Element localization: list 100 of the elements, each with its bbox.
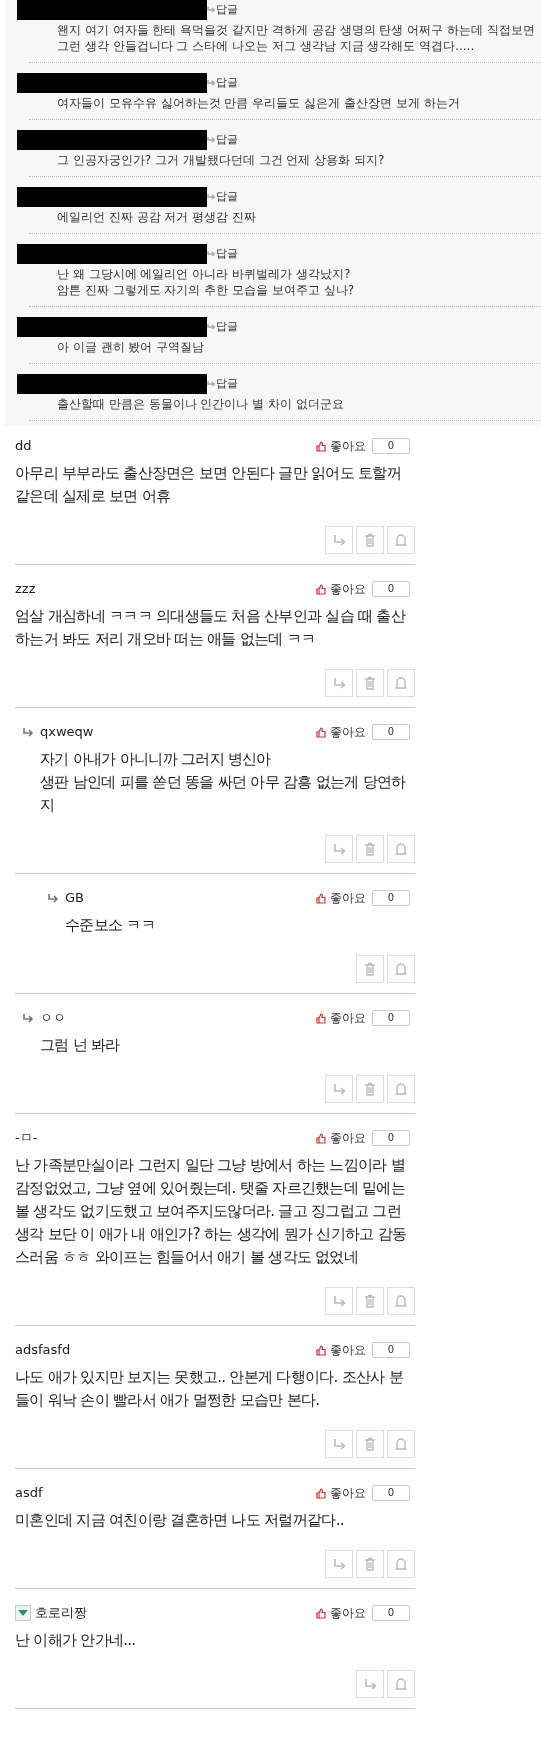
delete-button[interactable]: [356, 669, 384, 697]
reply-button[interactable]: [325, 835, 353, 863]
comment-text: 난 이해가 안가네...: [15, 1630, 137, 1651]
reply-label[interactable]: 답글: [216, 245, 238, 263]
like-count: 0: [372, 1010, 410, 1026]
reply-button[interactable]: [325, 1430, 353, 1458]
like-button[interactable]: 좋아요: [330, 580, 366, 598]
report-button[interactable]: [387, 1430, 415, 1458]
reply-text: 난 왜 그당시에 에일리언 아니라 바퀴벌레가 생각났지? 암튼 진짜 그렇게도 자기의 추한 모습을 보여주고 싶나?: [57, 266, 356, 298]
reply-arrow-icon: [207, 79, 216, 87]
bell-icon: [393, 1676, 409, 1692]
report-button[interactable]: [387, 526, 415, 554]
reply-label[interactable]: 답글: [216, 188, 238, 206]
reply-arrow-icon: [362, 1676, 378, 1692]
reply-arrow-icon: [207, 380, 216, 388]
like-button[interactable]: 좋아요: [330, 723, 366, 741]
reply-label[interactable]: 답글: [216, 74, 238, 92]
like-button[interactable]: 좋아요: [330, 1341, 366, 1359]
report-button[interactable]: [387, 1550, 415, 1578]
reply-text: 왠지 여기 여자들 한테 욕먹을것 같지만 격하게 공감 생명의 탄생 어쩌구 하는데 직접보면 그런 생각 안들겁니다 그 스타에 나오는 저그 생각남 지금 생각해도 역겹다.....: [57, 22, 536, 54]
reply-button[interactable]: [325, 1287, 353, 1315]
bell-icon: [393, 1293, 409, 1309]
reply-arrow-icon: [331, 841, 347, 857]
like-button[interactable]: 좋아요: [330, 1484, 366, 1502]
thumbs-up-icon[interactable]: [316, 1012, 326, 1024]
delete-button[interactable]: [356, 526, 384, 554]
thumbs-up-icon[interactable]: [316, 1344, 326, 1356]
reply-arrow-icon: [331, 532, 347, 548]
reply-arrow-icon: [22, 727, 34, 737]
reply-label[interactable]: 답글: [216, 375, 238, 393]
bell-icon: [393, 1436, 409, 1452]
reply-arrow-icon: [207, 193, 216, 201]
like-button[interactable]: 좋아요: [330, 437, 366, 455]
comment-text: 나도 애가 있지만 보지는 못했고.. 안본게 다행이다. 조산사 분들이 워낙 손이 빨라서 애가 멀쩡한 모습만 본다.: [15, 1367, 404, 1411]
bell-icon: [393, 675, 409, 691]
like-count: 0: [372, 438, 410, 454]
bell-icon: [393, 1081, 409, 1097]
trash-icon: [362, 1556, 378, 1572]
reply-button[interactable]: [325, 526, 353, 554]
username: qxweqw: [40, 723, 94, 742]
thumbs-up-icon[interactable]: [316, 1487, 326, 1499]
username: ㅇㅇ: [40, 1009, 66, 1028]
reply-button[interactable]: [325, 669, 353, 697]
like-count: 0: [372, 1130, 410, 1146]
comment-text: 자기 아내가 아니니까 그러지 병신아 생판 남인데 피를 쏟던 똥을 싸던 아무 감흥 없는게 당연하지: [39, 749, 407, 816]
report-button[interactable]: [387, 1670, 415, 1698]
report-button[interactable]: [387, 835, 415, 863]
username: -ㅁ-: [15, 1129, 38, 1148]
bell-icon: [393, 532, 409, 548]
reply-arrow-icon: [331, 675, 347, 691]
reply-button[interactable]: [325, 1550, 353, 1578]
thumbs-up-icon[interactable]: [316, 1132, 326, 1144]
username: asdf: [15, 1484, 43, 1503]
like-button[interactable]: 좋아요: [330, 889, 366, 907]
username: adsfasfd: [15, 1341, 71, 1360]
username: GB: [65, 889, 84, 908]
report-button[interactable]: [387, 1287, 415, 1315]
reply-text: 아 이글 괜히 봤어 구역질남: [57, 339, 206, 355]
comment-text: 수준보소 ㅋㅋ: [64, 915, 156, 936]
reply-arrow-icon: [207, 136, 216, 144]
member-level-icon: [15, 1605, 31, 1621]
bell-icon: [393, 1556, 409, 1572]
like-button[interactable]: 좋아요: [330, 1009, 366, 1027]
report-button[interactable]: [387, 1075, 415, 1103]
delete-button[interactable]: [356, 1075, 384, 1103]
username: 호로리짱: [35, 1604, 87, 1623]
reply-text: 여자들이 모유수유 싫어하는것 만큼 우리들도 싫은게 출산장면 보게 하는거: [57, 95, 461, 111]
trash-icon: [362, 532, 378, 548]
reply-arrow-icon: [331, 1081, 347, 1097]
reply-label[interactable]: 답글: [216, 318, 238, 336]
trash-icon: [362, 961, 378, 977]
delete-button[interactable]: [356, 1550, 384, 1578]
reply-button[interactable]: [325, 1075, 353, 1103]
comment-text: 그럼 넌 봐라: [39, 1035, 121, 1056]
reply-button[interactable]: [356, 1670, 384, 1698]
bell-icon: [393, 841, 409, 857]
reply-arrow-icon: [331, 1293, 347, 1309]
report-button[interactable]: [387, 669, 415, 697]
report-button[interactable]: [387, 955, 415, 983]
like-button[interactable]: 좋아요: [330, 1129, 366, 1147]
thumbs-up-icon[interactable]: [316, 726, 326, 738]
thumbs-up-icon[interactable]: [316, 583, 326, 595]
reply-label[interactable]: 답글: [216, 131, 238, 149]
thumbs-up-icon[interactable]: [316, 1607, 326, 1619]
reply-arrow-icon: [207, 323, 216, 331]
delete-button[interactable]: [356, 955, 384, 983]
comment-text: 난 가족분만실이라 그런지 일단 그냥 방에서 하는 느낌이라 별 감정없었고, 그냥 옆에 있어줬는데. 탯줄 자르긴했는데 밑에는 볼 생각도 없기도했고 보여주지도않더라. 글고 징그럽고 그런 생각 보단 이 애가 내 애인가? 하는 생각에 뭔가 신기하고 감동스러움 ㅎㅎ 와이프는 힘들어서 애기 볼 생각도 없었네: [15, 1155, 408, 1268]
reply-label[interactable]: 답글: [216, 1, 238, 19]
reply-text: 에일리언 진짜 공감 저거 평생감 진짜: [57, 209, 258, 225]
thumbs-up-icon[interactable]: [316, 892, 326, 904]
like-count: 0: [372, 724, 410, 740]
reply-arrow-icon: [331, 1436, 347, 1452]
username: dd: [15, 437, 32, 456]
delete-button[interactable]: [356, 835, 384, 863]
thumbs-up-icon[interactable]: [316, 440, 326, 452]
bell-icon: [393, 961, 409, 977]
reply-arrow-icon: [22, 1013, 34, 1023]
like-button[interactable]: 좋아요: [330, 1604, 366, 1622]
delete-button[interactable]: [356, 1430, 384, 1458]
delete-button[interactable]: [356, 1287, 384, 1315]
